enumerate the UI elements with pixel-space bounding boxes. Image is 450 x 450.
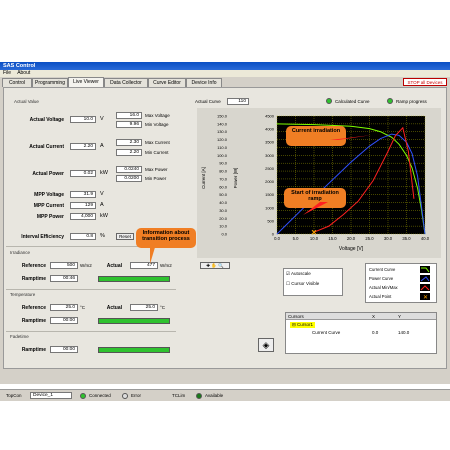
device-select[interactable]: Device_1 <box>30 392 72 399</box>
connected-led <box>80 393 86 399</box>
available-led <box>196 393 202 399</box>
pointer-transition <box>150 244 156 264</box>
status-bar: TopCon Device_1 Connected Error TCLim Av… <box>0 389 450 401</box>
callout-pointers <box>150 135 372 264</box>
pointer-start-ramp <box>303 202 328 215</box>
available-label: Available <box>205 393 224 398</box>
error-label: Error <box>131 393 141 398</box>
error-led <box>122 393 128 399</box>
connected-label: Connected <box>89 393 111 398</box>
topcon-label: TopCon <box>6 393 22 398</box>
tclim-label: TCLim <box>172 393 186 398</box>
pointer-current-irradiation <box>330 135 372 140</box>
